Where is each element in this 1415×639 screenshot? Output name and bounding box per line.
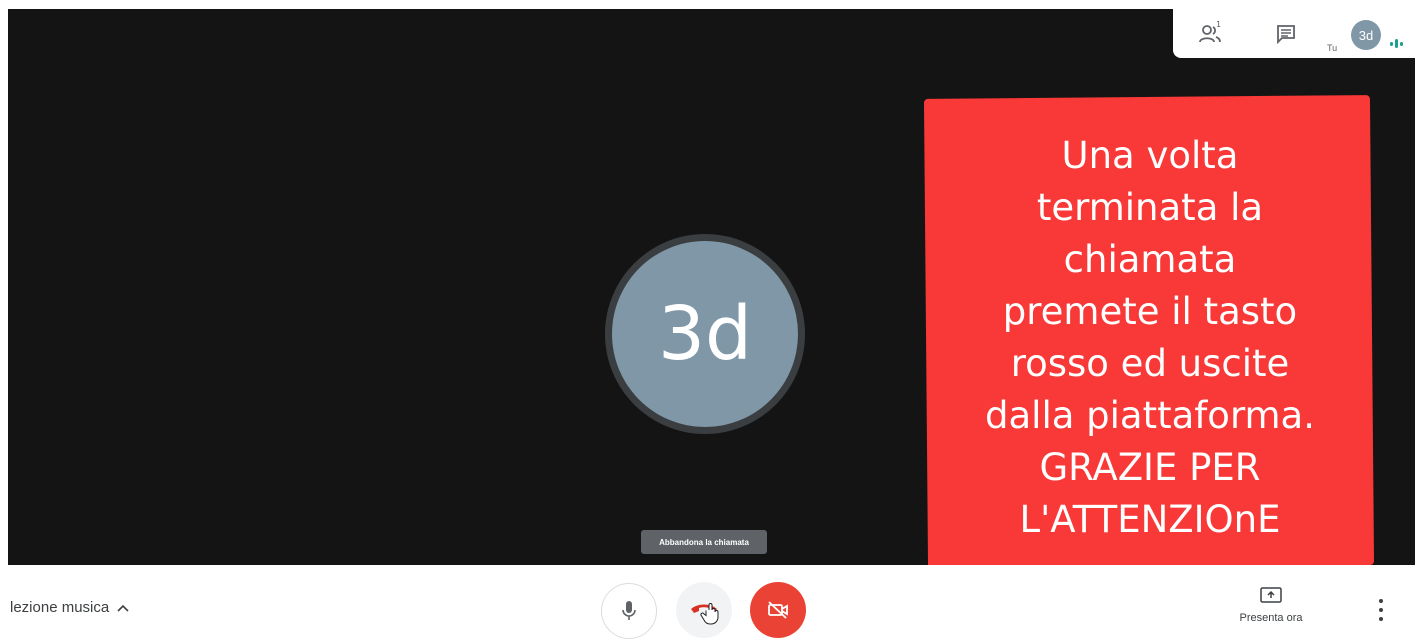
hangup-tooltip: Abbandona la chiamata [641, 530, 767, 554]
self-avatar[interactable]: 3d [1351, 20, 1381, 50]
chat-icon [1277, 25, 1295, 44]
speaking-indicator-icon [1390, 39, 1403, 48]
top-right-panel: 1 Tu 3d [1173, 9, 1415, 58]
leave-call-button[interactable] [676, 582, 732, 638]
phone-hangup-icon [691, 603, 719, 625]
present-screen-icon [1260, 587, 1282, 603]
participant-initials: 3d [657, 291, 753, 377]
more-vert-icon [1379, 599, 1383, 603]
participants-count-badge: 1 [1216, 20, 1222, 29]
self-initials: 3d [1358, 27, 1374, 43]
hangup-tooltip-text: Abbandona la chiamata [659, 537, 749, 547]
participant-avatar-large: 3d [612, 241, 798, 427]
microphone-button[interactable] [601, 583, 657, 639]
present-now-label: Presenta ora [1239, 612, 1303, 624]
bottom-control-bar: lezione musica Presenta ora [0, 565, 1415, 639]
more-options-button[interactable] [1372, 599, 1390, 621]
present-now-button[interactable]: Presenta ora [1228, 587, 1314, 624]
mic-icon [622, 601, 636, 620]
instruction-note-text: Una volta terminata la chiamata premete … [985, 134, 1315, 541]
camera-toggle-button[interactable] [750, 582, 806, 638]
chevron-up-icon [117, 604, 129, 612]
meeting-name: lezione musica [10, 599, 110, 616]
meeting-details-toggle[interactable]: lezione musica [10, 599, 129, 616]
self-label: Tu [1327, 43, 1338, 53]
camera-off-icon [768, 601, 788, 619]
chat-button[interactable] [1273, 21, 1299, 47]
